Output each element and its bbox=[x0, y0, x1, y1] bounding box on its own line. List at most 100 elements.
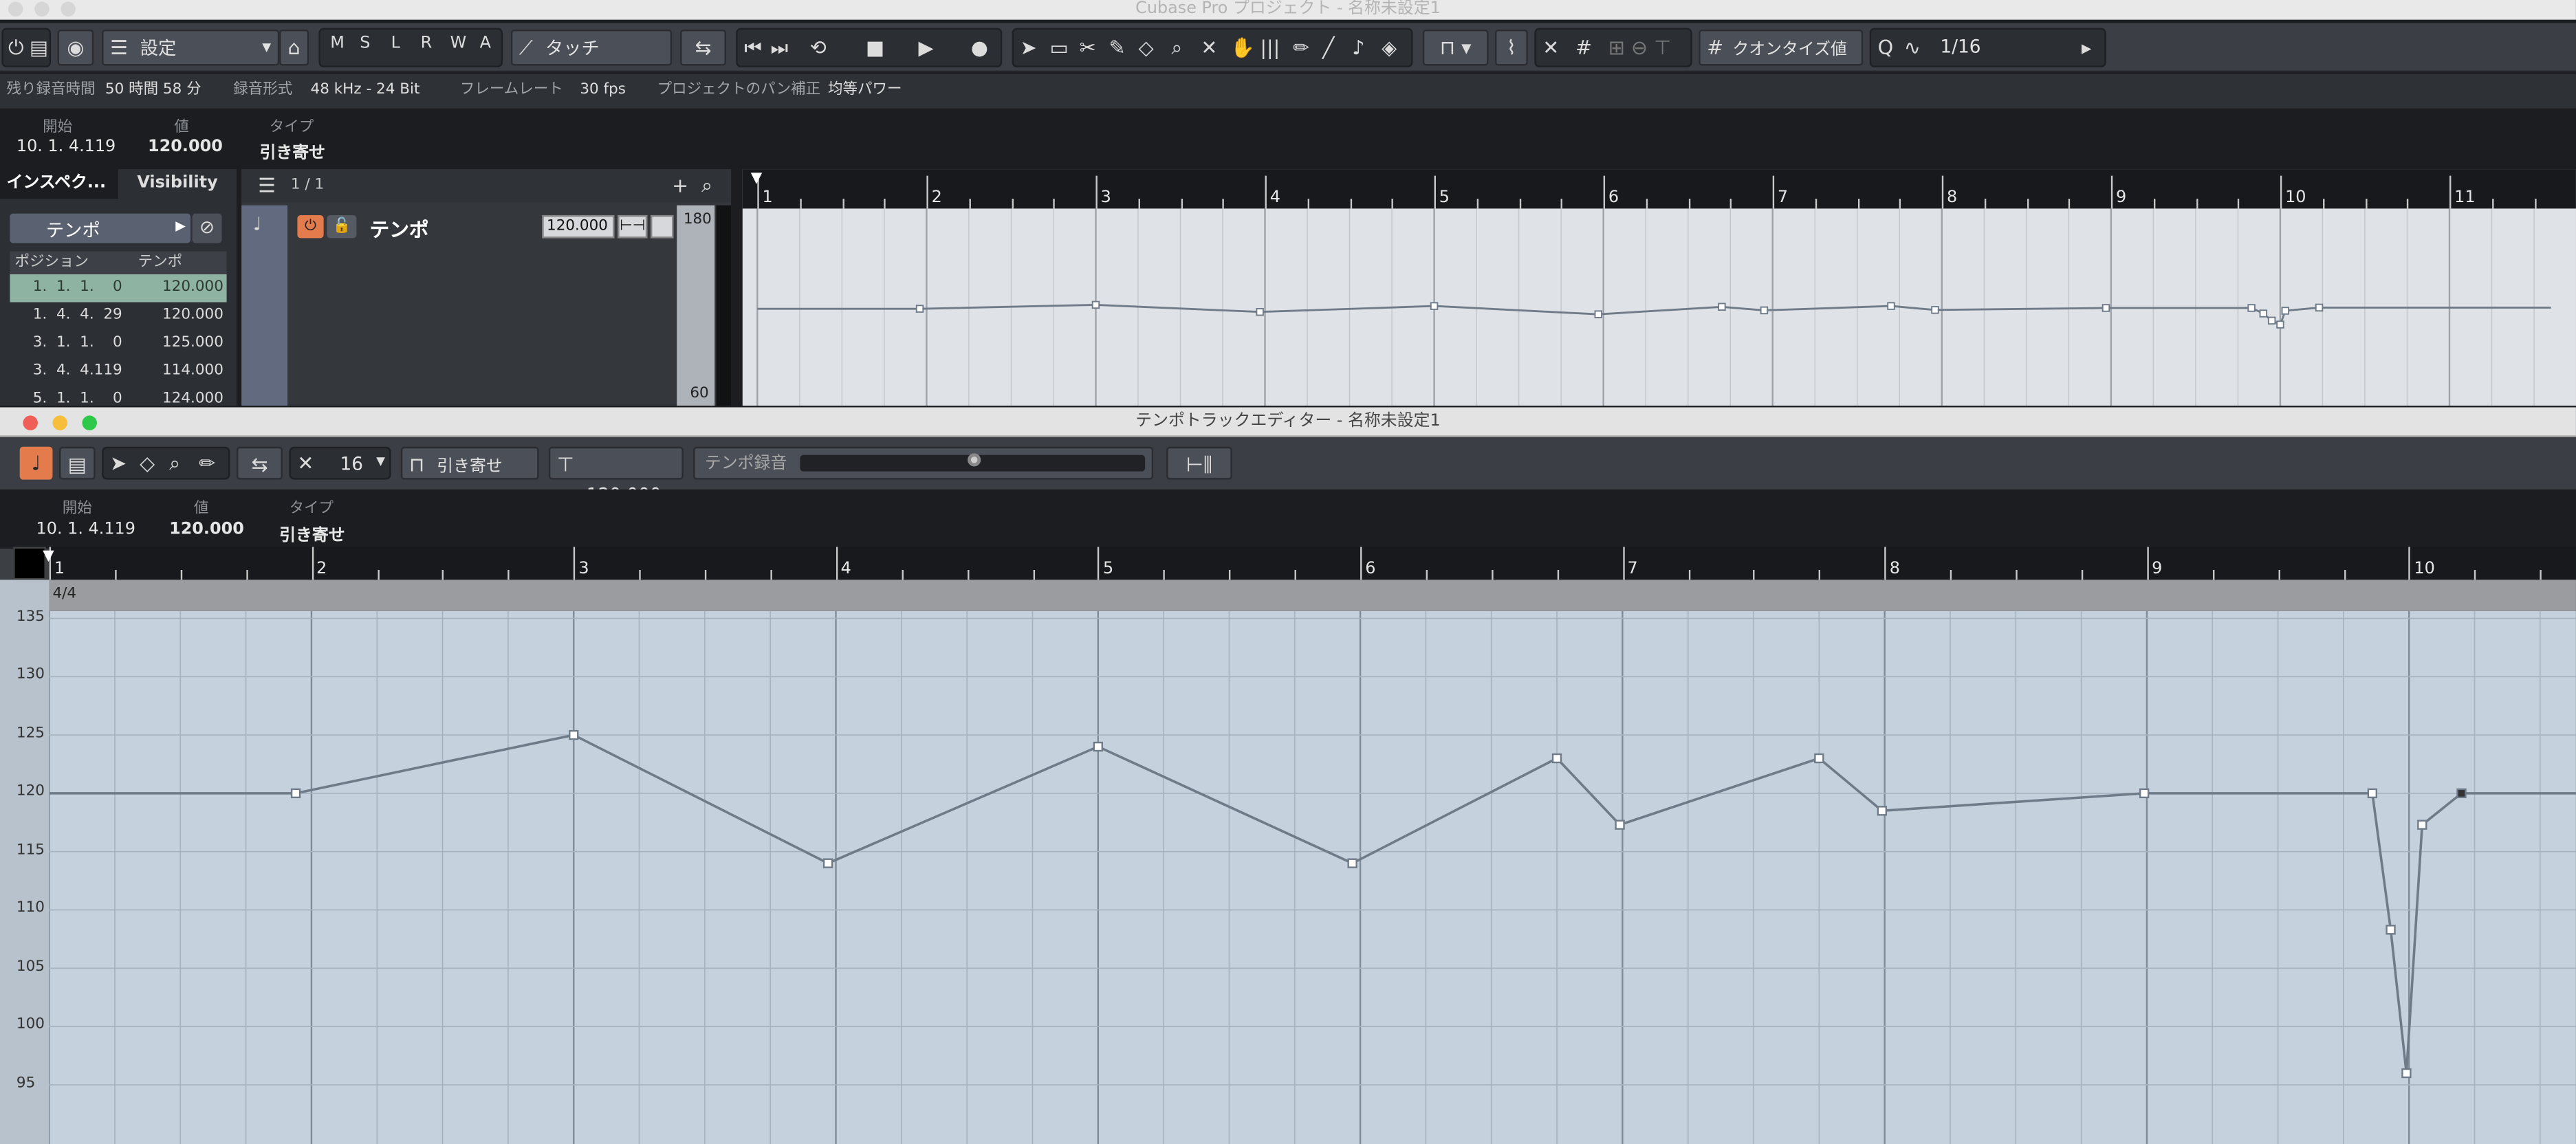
project-tempo-point[interactable] bbox=[1760, 306, 1769, 315]
editor-value-value[interactable]: 120.000 bbox=[169, 520, 244, 538]
project-tempo-point[interactable] bbox=[2267, 316, 2276, 325]
lock-button[interactable]: 🔓 bbox=[327, 214, 357, 239]
editor-pointer-icon[interactable]: ➤ bbox=[110, 447, 127, 480]
project-tempo-point[interactable] bbox=[2259, 309, 2268, 318]
process-tempo-button[interactable]: ⊢⫼ bbox=[1166, 446, 1232, 480]
automation-mode-dropdown[interactable]: ⟋ タッチ bbox=[510, 30, 673, 66]
project-tempo-point[interactable] bbox=[1594, 310, 1603, 318]
tempo-value-field[interactable]: ⊤ 120.000 bbox=[548, 446, 684, 506]
project-tempo-point[interactable] bbox=[915, 305, 924, 313]
erase-tool-icon[interactable]: ◇ bbox=[1139, 31, 1154, 64]
grid-icon[interactable]: # bbox=[1575, 31, 1592, 64]
add-track-icon[interactable]: + bbox=[672, 169, 688, 202]
tempo-mode-button[interactable]: ♩ bbox=[19, 446, 53, 480]
tracklist-scrollbar[interactable] bbox=[716, 205, 732, 406]
tempo-list-row[interactable]: 3. 1. 1. 0 125.000 bbox=[10, 330, 226, 358]
line-tool-icon[interactable]: ╱ bbox=[1322, 31, 1334, 64]
layout-icon[interactable]: ▤ bbox=[30, 31, 48, 64]
project-ruler[interactable]: 1 2 3 4 5 6 7 8 9 10 11 ▼ bbox=[742, 169, 2576, 209]
project-tempo-point[interactable] bbox=[1430, 302, 1439, 310]
time-warp-icon[interactable]: ✋ bbox=[1230, 31, 1255, 64]
editor-ruler[interactable]: 1 2 3 4 5 6 7 8 9 10 ▼ bbox=[43, 547, 2576, 580]
editor-draw-icon[interactable]: ✏ bbox=[199, 447, 215, 480]
playhead-marker-icon[interactable]: ▼ bbox=[43, 549, 54, 565]
time-signature[interactable]: 4/4 bbox=[52, 586, 76, 603]
tempo-record-slider[interactable]: テンポ録音 bbox=[693, 446, 1154, 480]
tempo-list-row[interactable]: 5. 1. 1. 0 124.000 bbox=[10, 386, 226, 406]
automation-all-button[interactable]: A bbox=[480, 34, 491, 52]
edit-button[interactable]: ⊘ bbox=[192, 213, 222, 243]
tempo-list-row[interactable]: 1. 1. 1. 0 120.000 bbox=[10, 274, 227, 302]
snap-type-icon[interactable]: ⊞ ⊖ ⊤ bbox=[1608, 31, 1671, 64]
stop-icon[interactable]: ■ bbox=[866, 31, 884, 64]
snap-toggle-icon[interactable]: ✕ bbox=[1542, 31, 1559, 64]
auto-scroll-button[interactable]: ⇆ bbox=[680, 30, 726, 66]
record-icon[interactable]: ● bbox=[971, 31, 988, 64]
editor-erase-icon[interactable]: ◇ bbox=[140, 447, 155, 480]
pointer-tool-icon[interactable]: ➤ bbox=[1020, 31, 1037, 64]
tempo-list-row[interactable]: 1. 4. 4. 29 120.000 bbox=[10, 302, 226, 331]
tempo-editor-chart[interactable] bbox=[49, 610, 2576, 1144]
tempo-point[interactable] bbox=[290, 788, 301, 799]
split-tool-icon[interactable]: ✂ bbox=[1080, 31, 1096, 64]
tempo-point[interactable] bbox=[2386, 925, 2396, 935]
zoom-tool-icon[interactable]: ⌕ bbox=[1171, 31, 1182, 64]
track-activate-button[interactable]: ⏻ bbox=[297, 214, 324, 239]
project-tempo-point[interactable] bbox=[2276, 320, 2284, 329]
search-icon[interactable]: ⌕ bbox=[701, 169, 712, 202]
read-all-button[interactable]: R bbox=[421, 34, 433, 52]
playhead-marker-icon[interactable]: ▼ bbox=[751, 170, 763, 187]
start-value[interactable]: 10. 1. 4.119 bbox=[17, 138, 116, 156]
track-tempo-value[interactable]: 120.000 bbox=[542, 214, 615, 239]
editor-layout-button[interactable]: ▤ bbox=[59, 446, 96, 480]
tab-inspector[interactable]: インスペク... bbox=[0, 169, 119, 199]
tempo-point[interactable] bbox=[822, 858, 833, 868]
tempo-point[interactable] bbox=[569, 729, 579, 740]
insert-type-dropdown[interactable]: ⊓ 引き寄せ bbox=[400, 446, 539, 480]
cycle-icon[interactable]: ⟲ bbox=[810, 31, 827, 64]
editor-autoscroll-button[interactable]: ⇆ bbox=[237, 446, 283, 480]
col-tempo[interactable]: テンポ bbox=[138, 252, 183, 274]
editor-grid-value[interactable]: 16 bbox=[340, 453, 363, 474]
project-tempo-point[interactable] bbox=[2281, 307, 2290, 315]
track-list-menu-icon[interactable]: ☰ bbox=[258, 169, 276, 202]
quantize-presets-icon[interactable]: ▸ bbox=[2082, 31, 2091, 64]
write-all-button[interactable]: W bbox=[450, 34, 467, 52]
tempo-point[interactable] bbox=[2139, 788, 2150, 799]
tempo-point[interactable] bbox=[1615, 820, 1625, 830]
track-extra-button[interactable] bbox=[651, 214, 674, 239]
value-value[interactable]: 120.000 bbox=[148, 138, 223, 156]
quantize-value[interactable]: 1/16 bbox=[1940, 36, 1980, 58]
type-value[interactable]: 引き寄せ bbox=[259, 138, 325, 162]
tempo-point[interactable] bbox=[1877, 806, 1888, 816]
power-icon[interactable]: ⏻ bbox=[8, 31, 24, 64]
project-tempo-point[interactable] bbox=[1931, 306, 1939, 314]
project-tempo-point[interactable] bbox=[2315, 303, 2324, 312]
tempo-point[interactable] bbox=[1551, 753, 1562, 764]
tempo-point[interactable] bbox=[1814, 753, 1824, 764]
editor-start-value[interactable]: 10. 1. 4.119 bbox=[36, 520, 135, 538]
listen-all-button[interactable]: L bbox=[391, 34, 400, 52]
project-tempo-point[interactable] bbox=[2247, 304, 2256, 312]
curve-type-dropdown[interactable]: ⊓ ▾ bbox=[1422, 30, 1489, 66]
mute-tool-icon[interactable]: ✕ bbox=[1201, 31, 1217, 64]
solo-all-button[interactable]: S bbox=[360, 34, 370, 52]
tempo-record-handle[interactable] bbox=[968, 453, 981, 467]
quantize-mode-dropdown[interactable]: # クオンタイズ値を bbox=[1699, 30, 1864, 94]
workspace-button[interactable]: ⌂ bbox=[279, 30, 309, 66]
project-tempo-point[interactable] bbox=[2102, 304, 2110, 312]
col-position[interactable]: ポジション bbox=[15, 252, 89, 274]
range-tool-icon[interactable]: ▭ bbox=[1050, 31, 1069, 64]
project-tempo-point[interactable] bbox=[1091, 300, 1100, 309]
go-to-start-icon[interactable]: ⏮ bbox=[744, 31, 762, 64]
project-tempo-point[interactable] bbox=[1256, 307, 1264, 316]
iq-icon[interactable]: ∿ bbox=[1904, 31, 1921, 64]
tempo-point[interactable] bbox=[1093, 741, 1103, 752]
editor-snap-icon[interactable]: ✕ bbox=[297, 447, 314, 480]
tempo-point[interactable] bbox=[2456, 788, 2467, 799]
tempo-point[interactable] bbox=[1347, 858, 1357, 868]
color-tool-icon[interactable]: ◈ bbox=[1382, 31, 1397, 64]
tempo-point[interactable] bbox=[2401, 1068, 2412, 1079]
play-tool-icon[interactable]: ♪ bbox=[1352, 31, 1364, 64]
go-to-end-icon[interactable]: ⏭ bbox=[770, 31, 788, 64]
